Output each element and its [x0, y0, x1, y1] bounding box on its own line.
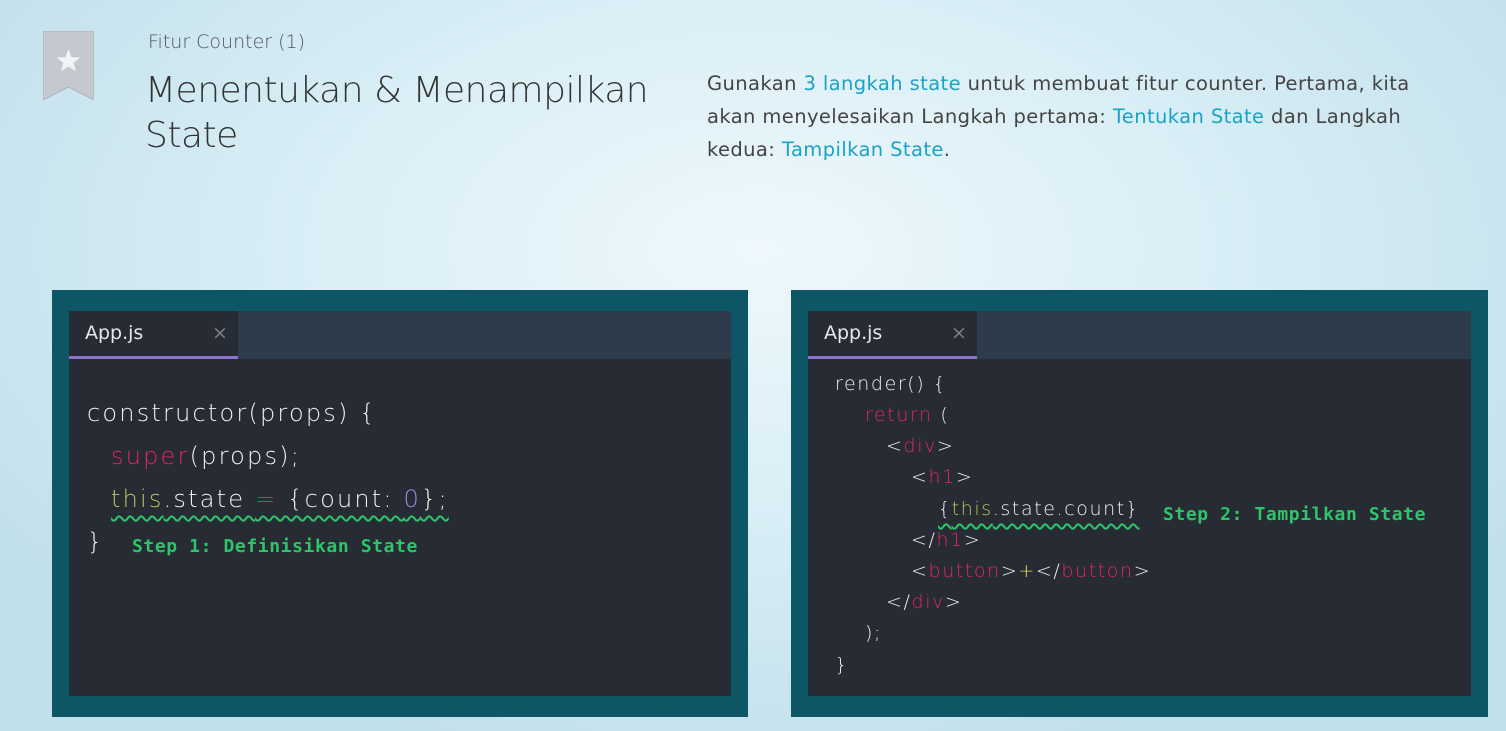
highlight-tentukan-state: Tentukan State	[1112, 105, 1265, 128]
code-line: <div>	[886, 435, 955, 457]
step1-annotation: Step 1: Definisikan State	[132, 536, 418, 557]
code-editor: App.js × render() { return ( <div> <h1> …	[808, 311, 1471, 696]
highlight-3-langkah-state: 3 langkah state	[803, 72, 962, 95]
code-line: }	[87, 528, 105, 556]
code-line: this.state = {count: 0};	[111, 485, 449, 513]
code-line: </div>	[886, 591, 963, 613]
lesson-subtitle: Fitur Counter (1)	[148, 31, 306, 53]
description-text: .	[943, 138, 951, 161]
code-line: super(props);	[111, 442, 302, 470]
close-tab-icon[interactable]: ×	[951, 322, 967, 344]
code-line: constructor(props) {	[87, 399, 377, 427]
tab-app-js[interactable]: App.js ×	[69, 311, 238, 359]
close-tab-icon[interactable]: ×	[212, 322, 228, 344]
editor-tab-bar: App.js ×	[808, 311, 1471, 359]
code-line: <h1>	[911, 466, 974, 488]
tab-app-js[interactable]: App.js ×	[808, 311, 977, 359]
step2-annotation: Step 2: Tampilkan State	[1163, 504, 1427, 525]
description-text: Gunakan	[707, 72, 804, 95]
page-title: Menentukan & Menampilkan State	[145, 70, 649, 156]
code-panel-step1: App.js × constructor(props) { super(prop…	[52, 290, 748, 717]
code-line: <button>+</button>	[911, 560, 1152, 582]
tab-label: App.js	[824, 322, 883, 344]
lesson-description: Gunakan 3 langkah state untuk membuat fi…	[707, 67, 1447, 166]
tab-label: App.js	[85, 322, 144, 344]
code-line: return (	[865, 404, 950, 426]
code-line: render() {	[835, 373, 947, 395]
code-editor: App.js × constructor(props) { super(prop…	[69, 311, 731, 696]
editor-tab-bar: App.js ×	[69, 311, 731, 359]
code-line: {this.state.count}	[938, 498, 1140, 520]
code-line: );	[865, 622, 883, 644]
highlight-tampilkan-state: Tampilkan State	[781, 138, 944, 161]
code-line: </h1>	[911, 529, 982, 551]
code-line: }	[835, 654, 849, 676]
code-panel-step2: App.js × render() { return ( <div> <h1> …	[791, 290, 1488, 717]
bookmark-star-icon[interactable]	[43, 31, 94, 100]
